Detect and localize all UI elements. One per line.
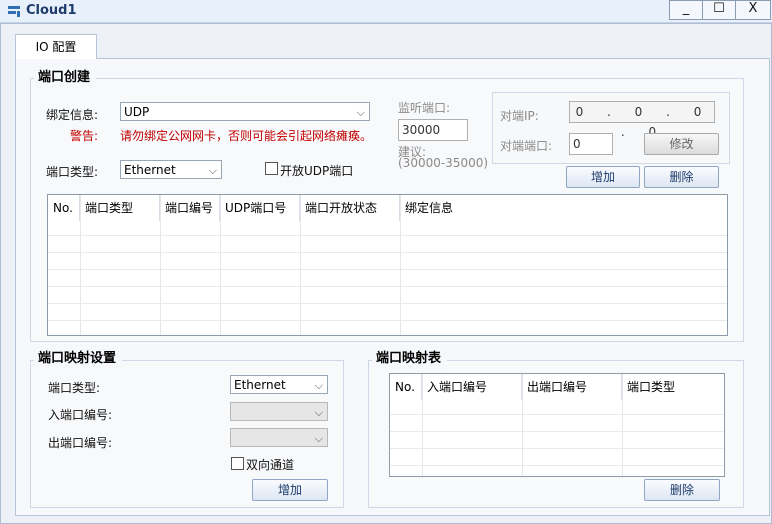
add-port-button[interactable]: 增加 [566, 166, 640, 188]
grid-line [48, 303, 727, 304]
chevron-down-icon: ⌵ [314, 406, 323, 419]
mapping-port-type-value: Ethernet [234, 378, 286, 392]
open-udp-checkbox[interactable] [265, 162, 278, 175]
chevron-down-icon: ⌵ [356, 106, 365, 119]
modify-button[interactable]: 修改 [644, 133, 719, 155]
close-button[interactable]: X [735, 0, 771, 20]
grid-line [390, 431, 724, 432]
minimize-button[interactable]: _ [669, 0, 703, 20]
grid-line [390, 465, 724, 466]
grid-line [48, 286, 727, 287]
maximize-button[interactable]: ☐ [702, 0, 736, 20]
column-header[interactable]: 端口开放状态 [300, 195, 400, 221]
tab-io-config[interactable]: IO 配置 [15, 34, 97, 59]
port-type-label: 端口类型: [46, 165, 99, 179]
column-header[interactable]: No. [48, 195, 80, 221]
out-port-select[interactable]: ⌵ [230, 428, 328, 447]
chevron-down-icon: ⌵ [314, 432, 323, 445]
port-type-value: Ethernet [124, 163, 176, 177]
column-header[interactable]: 端口编号 [160, 195, 220, 221]
suggest-range: (30000-35000) [398, 156, 489, 170]
grid-line [400, 195, 401, 335]
bind-info-value: UDP [124, 105, 150, 119]
grid-line [160, 195, 161, 335]
grid-line [48, 252, 727, 253]
open-udp-label: 开放UDP端口 [280, 164, 354, 178]
chevron-down-icon: ⌵ [314, 379, 323, 392]
peer-port-label: 对端端口: [500, 139, 553, 153]
warning-text: 请勿绑定公网网卡，否则可能会引起网络瘫痪。 [120, 129, 373, 143]
delete-mapping-button[interactable]: 删除 [644, 479, 720, 501]
bidirectional-label: 双向通道 [246, 458, 295, 472]
listen-port-input[interactable]: 30000 [398, 119, 468, 141]
port-mapping-table-title: 端口映射表 [372, 349, 448, 369]
column-header[interactable]: 出端口编号 [522, 374, 622, 400]
port-table[interactable]: No. 端口类型 端口编号 UDP端口号 端口开放状态 绑定信息 [47, 194, 728, 336]
delete-port-button[interactable]: 删除 [644, 166, 719, 188]
bidirectional-checkbox[interactable] [231, 457, 244, 470]
column-header[interactable]: UDP端口号 [220, 195, 300, 221]
port-mapping-settings-title: 端口映射设置 [34, 349, 123, 369]
peer-ip-input[interactable]: 0 . 0 . 0 . 0 [569, 101, 715, 139]
grid-line [48, 320, 727, 321]
port-create-title: 端口创建 [34, 68, 97, 88]
column-header[interactable]: 入端口编号 [422, 374, 522, 400]
column-header[interactable]: 端口类型 [80, 195, 160, 221]
mapping-table[interactable]: No. 入端口编号 出端口编号 端口类型 [389, 373, 725, 477]
window-title: Cloud1 [26, 3, 77, 18]
grid-line [522, 374, 523, 476]
cloud-app-icon [8, 6, 20, 17]
in-port-select[interactable]: ⌵ [230, 402, 328, 421]
grid-line [390, 448, 724, 449]
add-mapping-button[interactable]: 增加 [252, 479, 328, 501]
listen-port-label: 监听端口: [398, 101, 451, 115]
peer-ip-label: 对端IP: [500, 109, 539, 123]
out-port-label: 出端口编号: [48, 436, 113, 450]
grid-line [220, 195, 221, 335]
grid-line [390, 414, 724, 415]
column-header[interactable]: 绑定信息 [400, 195, 727, 221]
in-port-label: 入端口编号: [48, 408, 113, 422]
grid-line [48, 269, 727, 270]
column-header[interactable]: 端口类型 [622, 374, 724, 400]
port-type-select[interactable]: Ethernet ⌵ [120, 160, 222, 179]
grid-line [422, 374, 423, 476]
mapping-port-type-label: 端口类型: [48, 381, 101, 395]
grid-line [80, 195, 81, 335]
peer-port-input[interactable]: 0 [569, 133, 613, 155]
title-bar [0, 0, 772, 23]
grid-line [622, 374, 623, 476]
chevron-down-icon: ⌵ [208, 164, 217, 177]
bind-info-label: 绑定信息: [46, 108, 99, 122]
grid-line [300, 195, 301, 335]
grid-line [48, 235, 727, 236]
column-header[interactable]: No. [390, 374, 422, 400]
mapping-port-type-select[interactable]: Ethernet ⌵ [230, 375, 328, 394]
warning-label: 警告: [70, 129, 99, 143]
bind-info-select[interactable]: UDP ⌵ [120, 102, 370, 121]
